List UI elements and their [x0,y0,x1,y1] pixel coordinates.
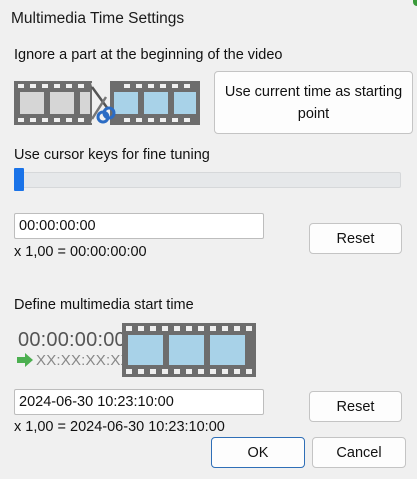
title-bar: Multimedia Time Settings [0,0,417,38]
filmstrip-icon [122,323,256,377]
fine-tuning-label: Use cursor keys for fine tuning [14,147,210,163]
fine-tuning-slider-track[interactable] [14,172,401,188]
corner-indicator [413,0,417,6]
filmstrip-scissors-icon [14,81,200,125]
reset-offset-button[interactable]: Reset [309,223,402,254]
offset-time-input[interactable] [14,213,264,239]
fine-tuning-slider-thumb[interactable] [14,168,24,191]
reset-start-button[interactable]: Reset [309,391,402,422]
start-time-input[interactable] [14,389,264,415]
ok-button[interactable]: OK [211,437,305,468]
window-title: Multimedia Time Settings [11,10,185,27]
green-arrow-icon [17,353,33,367]
offset-result-text: x 1,00 = 00:00:00:00 [14,244,147,260]
cancel-button[interactable]: Cancel [312,437,406,468]
define-start-heading: Define multimedia start time [14,297,194,313]
timecode-placeholder: XX:XX:XX:XX [36,352,131,369]
timecode-display: 00:00:00:00 [18,329,126,351]
use-current-time-button[interactable]: Use current time as starting point [214,71,413,134]
ignore-part-heading: Ignore a part at the beginning of the vi… [14,47,283,63]
start-result-text: x 1,00 = 2024-06-30 10:23:10:00 [14,419,225,435]
